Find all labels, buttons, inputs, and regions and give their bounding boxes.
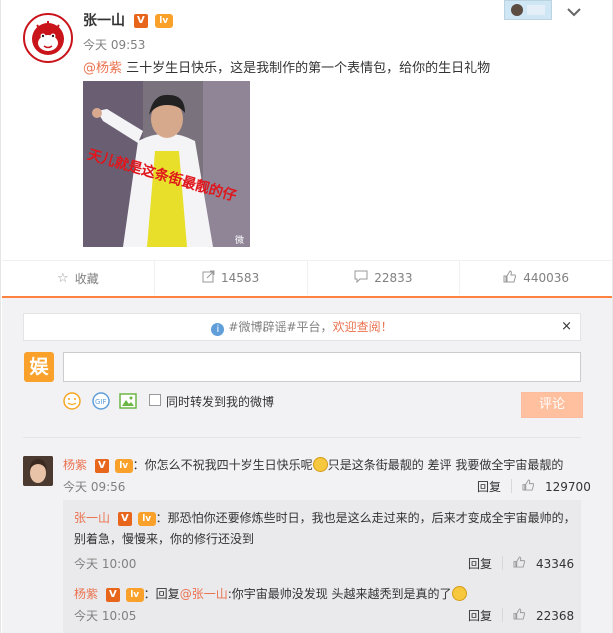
chevron-down-icon[interactable]	[567, 2, 581, 21]
post-body: 三十岁生日快乐，这是我制作的第一个表情包，给你的生日礼物	[122, 61, 491, 76]
verified-badge-icon: V	[94, 458, 109, 473]
comment-body-1: ：你怎么不祝我四十岁生日快乐呢	[132, 458, 313, 472]
reply-1-reply-button[interactable]: 回复	[468, 557, 492, 571]
reply-2-time[interactable]: 今天 10:05	[74, 607, 136, 624]
gif-icon[interactable]: GIF	[92, 392, 110, 410]
mention-link[interactable]: @杨紫	[83, 61, 122, 76]
separator	[511, 479, 513, 493]
post-image[interactable]: 天儿就是这条街最靓的仔 微	[83, 81, 250, 247]
action-bar: ☆ 收藏 14583 22833 440036	[2, 260, 612, 295]
comment-icon	[354, 270, 368, 287]
submit-comment-button[interactable]: 评论	[521, 392, 583, 418]
comment-text: 杨紫 V lv ：你怎么不祝我四十岁生日快乐呢 只是这条街最靓的 差评 我要做全宇宙…	[63, 456, 563, 473]
reply-1-line2: 别着急，慢慢来，你的修行还没到	[74, 532, 255, 546]
info-icon: i	[211, 323, 225, 336]
smile-emoji-icon	[451, 586, 467, 601]
smile-emoji-icon	[312, 457, 328, 472]
like-count: 440036	[523, 271, 570, 285]
author-name[interactable]: 张一山	[83, 13, 125, 29]
level-badge-icon: lv	[137, 511, 156, 526]
favorite-button[interactable]: ☆ 收藏	[2, 261, 155, 295]
share-icon	[202, 270, 215, 287]
image-upload-icon[interactable]	[119, 392, 137, 410]
author-line: 张一山 V lv	[83, 10, 173, 30]
commenter-avatar[interactable]	[23, 456, 53, 486]
header-decoration-image	[504, 0, 552, 20]
reply-1-line1: ：那恐怕你还要修炼些时日，我也是这么走过来的，后来才变成全宇宙最帅的，	[155, 511, 576, 525]
comment-likes: 129700	[545, 480, 591, 494]
verified-badge-icon: V	[105, 587, 120, 602]
comment-body-2: 只是这条街最靓的 差评 我要做全宇宙最靓的	[327, 458, 564, 472]
comment-time[interactable]: 今天 09:56	[63, 478, 125, 495]
reply-1-likes: 43346	[536, 557, 575, 571]
comment-actions: 回复 129700	[477, 478, 591, 495]
notice-tag1[interactable]: #微博辟谣#	[228, 320, 296, 334]
reply-2-prefix: ：回复	[143, 587, 180, 601]
reply-2-line1: :你宇宙最帅没发现 头越来越秃到是真的了	[227, 587, 452, 601]
level-badge-icon: lv	[154, 14, 173, 28]
reply-2-reply-button[interactable]: 回复	[468, 609, 492, 623]
notice-tag2: 平台，	[296, 320, 333, 334]
post-text: @杨紫 三十岁生日快乐，这是我制作的第一个表情包，给你的生日礼物	[83, 57, 490, 76]
like-icon	[503, 269, 517, 287]
comment-input[interactable]	[63, 352, 581, 382]
reply-2-likes: 22368	[536, 609, 575, 623]
author-avatar[interactable]	[23, 13, 73, 63]
my-avatar[interactable]: 娱	[24, 352, 54, 382]
reply-1-time[interactable]: 今天 10:00	[74, 555, 136, 572]
like-icon[interactable]	[513, 556, 526, 571]
repost-count: 14583	[221, 271, 260, 285]
like-icon[interactable]	[522, 479, 535, 494]
star-icon: ☆	[57, 270, 69, 286]
svg-text:GIF: GIF	[95, 398, 107, 406]
divider	[23, 437, 581, 438]
reply-1-text: 张一山 V lv ：那恐怕你还要修炼些时日，我也是这么走过来的，后来才变成全宇宙最…	[74, 508, 576, 550]
comment-count: 22833	[374, 271, 413, 285]
post-time[interactable]: 今天 09:53	[83, 36, 145, 53]
like-button[interactable]: 440036	[460, 261, 612, 295]
commenter-name[interactable]: 杨紫	[63, 458, 87, 472]
separator	[502, 556, 504, 570]
favorite-label: 收藏	[74, 271, 99, 286]
rumor-notice: i #微博辟谣#平台，欢迎查阅！ ×	[23, 313, 581, 341]
like-icon[interactable]	[513, 608, 526, 623]
forward-label: 同时转发到我的微博	[166, 395, 275, 409]
reply-2-text: 杨紫 V lv ：回复@张一山:你宇宙最帅没发现 头越来越秃到是真的了	[74, 584, 467, 605]
emoji-icon[interactable]	[63, 392, 81, 410]
repost-button[interactable]: 14583	[155, 261, 308, 295]
verified-badge-icon: V	[117, 511, 132, 526]
watermark-icon: 微	[235, 234, 244, 246]
reply-2-actions: 回复 22368	[468, 607, 574, 624]
level-badge-icon: lv	[114, 458, 133, 473]
forward-checkbox[interactable]	[149, 394, 161, 406]
weibo-card: 张一山 V lv 今天 09:53 @杨紫 三十岁生日快乐，这是我制作的第一个表…	[0, 0, 613, 633]
close-icon[interactable]: ×	[561, 314, 572, 340]
reply-1-name[interactable]: 张一山	[74, 511, 110, 525]
separator	[502, 608, 504, 622]
notice-highlight[interactable]: 欢迎查阅！	[333, 320, 393, 334]
verified-badge-icon: V	[133, 14, 148, 28]
reply-2-mention[interactable]: @张一山	[180, 587, 228, 601]
reply-1-actions: 回复 43346	[468, 555, 574, 572]
reply-button[interactable]: 回复	[477, 480, 501, 494]
reply-2-name[interactable]: 杨紫	[74, 587, 98, 601]
level-badge-icon: lv	[125, 587, 144, 602]
comment-button[interactable]: 22833	[308, 261, 461, 295]
